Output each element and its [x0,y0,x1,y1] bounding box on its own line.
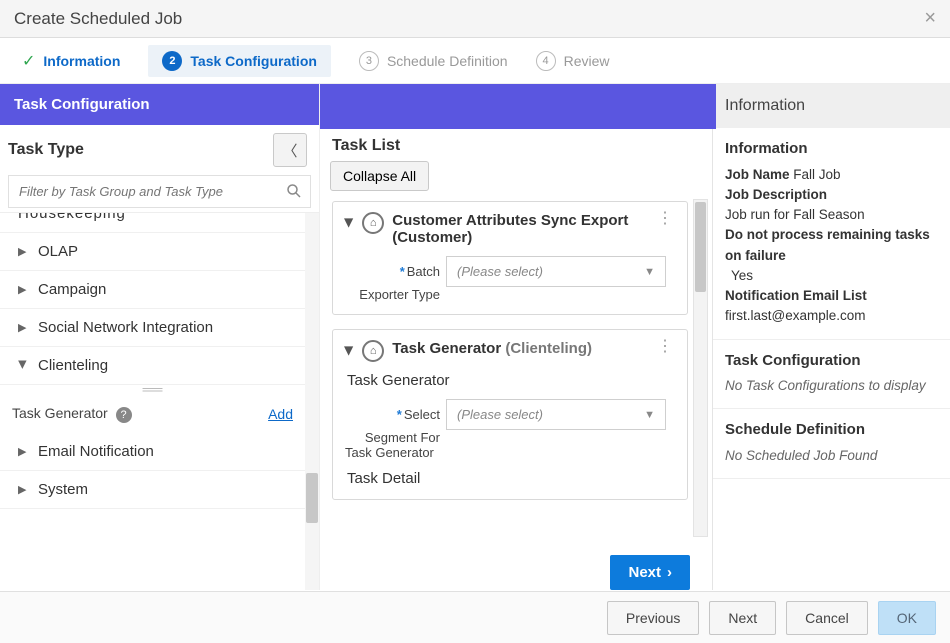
task-card-task-generator: ▶ ⌂ Task Generator (Clienteling) ⋮ Task … [332,329,688,500]
kv-email-list: Notification Email List [725,286,938,306]
task-icon: ⌂ [362,212,384,234]
task-type-item-label: Task Generator [12,405,108,421]
field-label-select-segment: *Select [345,407,440,422]
field-label-line2: Exporter Type [345,287,440,302]
step-label: Task Configuration [190,53,317,69]
chevron-down-icon: ▼ [644,409,655,421]
scrollbar-thumb[interactable] [695,202,706,292]
dialog-footer: Previous Next Cancel OK [0,591,950,643]
task-type-panel: Task Configuration Task Type 〈 Housekeep… [0,84,320,590]
batch-exporter-type-select[interactable]: (Please select) ▼ [446,256,666,287]
task-card-group: (Customer) [392,229,472,246]
search-icon[interactable] [286,183,302,202]
panel-banner: Task Configuration [0,84,319,125]
step-review[interactable]: 4 Review [536,51,610,71]
section-label-task-detail: Task Detail [345,460,677,487]
task-card-title: Task Generator (Clienteling) [392,340,592,357]
select-segment-select[interactable]: (Please select) ▼ [446,399,666,430]
add-link[interactable]: Add [268,406,293,422]
step-task-configuration[interactable]: 2 Task Configuration [148,45,331,77]
group-campaign[interactable]: ▶Campaign [0,271,305,309]
task-type-filter [8,175,311,208]
wizard-steps: ✓ Information 2 Task Configuration 3 Sch… [0,38,950,84]
field-label-batch-exporter-type: *Batch [345,264,440,279]
task-card-customer-attributes-sync-export: ▶ ⌂ Customer Attributes Sync Export (Cus… [332,201,688,315]
step-number: 3 [359,51,379,71]
info-section-body: No Task Configurations to display [725,376,938,396]
caret-down-icon[interactable]: ▶ [343,218,357,227]
task-type-tree: Housekeeping ▶OLAP ▶Campaign ▶Social Net… [0,212,319,590]
drag-handle-icon[interactable]: ══ [0,385,305,395]
kv-job-description: Job Description [725,185,938,205]
kv-halt-value: Yes [725,266,938,286]
collapse-panel-button[interactable]: 〈 [273,133,307,167]
dialog-titlebar: Create Scheduled Job × [0,0,950,38]
chevron-left-icon: 〈 [282,140,297,161]
info-panel: Information Information Job Name Fall Jo… [712,84,950,590]
info-section-title: Task Configuration [725,350,938,373]
group-system[interactable]: ▶System [0,471,305,509]
cancel-button[interactable]: Cancel [786,601,868,635]
task-list-scrollbar[interactable] [693,199,708,537]
group-clienteling[interactable]: ▶Clienteling [0,347,305,385]
task-icon: ⌂ [362,340,384,362]
chevron-down-icon: ▼ [644,266,655,278]
caret-down-icon: ▶ [17,361,30,371]
caret-right-icon: ▶ [18,245,28,258]
select-placeholder: (Please select) [457,264,543,279]
collapse-all-button[interactable]: Collapse All [330,161,429,191]
step-number: 2 [162,51,182,71]
info-section-title: Information [725,138,938,161]
tree-scrollbar[interactable] [305,213,319,590]
help-icon[interactable]: ? [116,407,132,423]
close-icon[interactable]: × [924,7,936,30]
kv-job-description-value: Job run for Fall Season [725,205,938,225]
step-number: 4 [536,51,556,71]
step-label: Review [564,53,610,69]
kebab-menu-icon[interactable]: ⋮ [653,212,677,226]
info-panel-header: Information [713,84,950,128]
dialog-title: Create Scheduled Job [14,9,182,29]
task-list-header: Task List [330,129,400,157]
group-olap[interactable]: ▶OLAP [0,233,305,271]
select-placeholder: (Please select) [457,407,543,422]
caret-down-icon[interactable]: ▶ [343,346,357,355]
kv-halt-on-failure: Do not process remaining tasks on failur… [725,225,938,266]
field-label-line2: Segment For [345,430,440,445]
kv-email-value: first.last@example.com [725,306,938,326]
ok-button[interactable]: OK [878,601,936,635]
section-label-task-generator: Task Generator [345,362,677,389]
task-card-title: Customer Attributes Sync Export [392,212,628,229]
group-social-network-integration[interactable]: ▶Social Network Integration [0,309,305,347]
group-housekeeping-partial[interactable]: Housekeeping [0,212,305,233]
caret-right-icon: ▶ [18,321,28,334]
task-type-header: Task Type [8,141,84,159]
step-label: Schedule Definition [387,53,508,69]
check-icon: ✓ [22,51,35,71]
field-label-line3: Task Generator [345,445,434,460]
kv-job-name: Job Name Fall Job [725,165,938,185]
info-section-title: Schedule Definition [725,419,938,442]
step-schedule-definition[interactable]: 3 Schedule Definition [359,51,508,71]
chevron-right-icon: › [667,564,672,581]
next-step-button[interactable]: Next› [610,555,690,590]
group-email-notification[interactable]: ▶Email Notification [0,433,305,471]
task-type-item-task-generator: Task Generator ? Add [0,395,305,433]
previous-button[interactable]: Previous [607,601,699,635]
caret-right-icon: ▶ [18,283,28,296]
step-label: Information [43,53,120,69]
caret-right-icon: ▶ [18,483,28,496]
caret-right-icon: ▶ [18,445,28,458]
step-information[interactable]: ✓ Information [22,51,120,71]
filter-input[interactable] [9,176,310,207]
kebab-menu-icon[interactable]: ⋮ [653,340,677,354]
task-list-panel: Task List Collapse All ▶ ⌂ Customer Attr… [320,84,712,590]
scrollbar-thumb[interactable] [306,473,318,523]
next-button[interactable]: Next [709,601,776,635]
info-section-body: No Scheduled Job Found [725,446,938,466]
